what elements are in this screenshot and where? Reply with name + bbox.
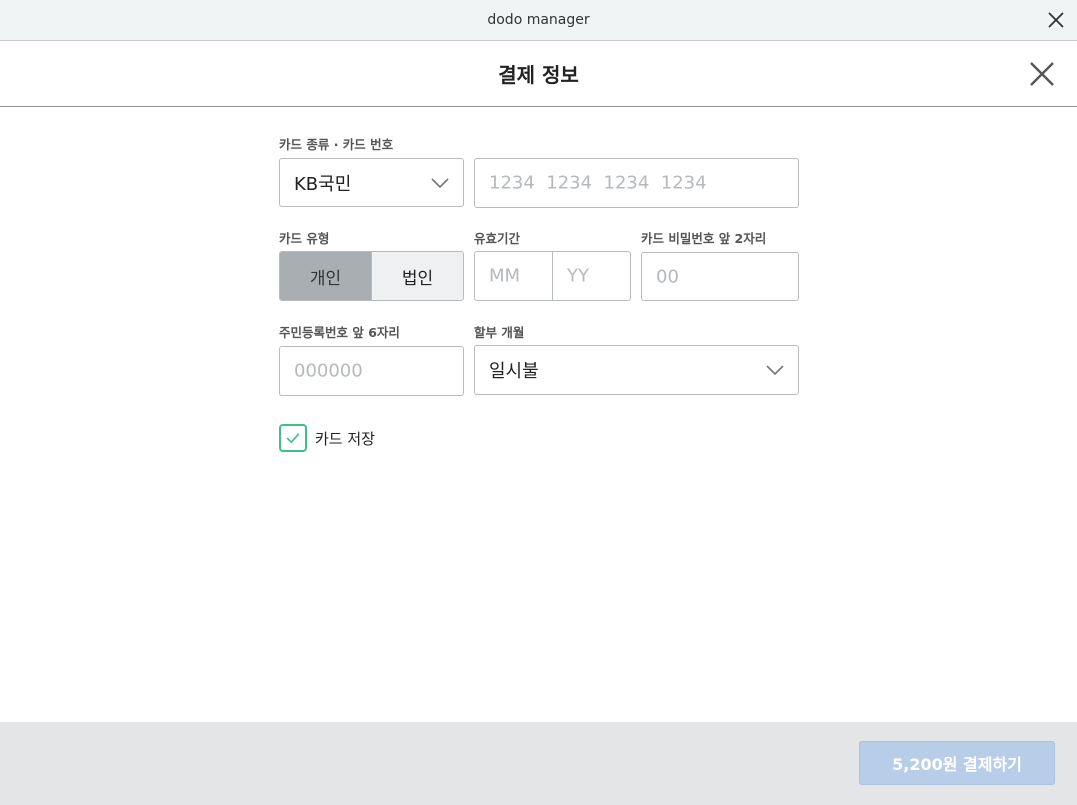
modal-title: 결제 정보 [498,63,579,87]
pay-button[interactable]: 5,200원 결제하기 [859,741,1055,785]
password-label: 카드 비밀번호 앞 2자리 [641,231,767,246]
card-type-toggle[interactable]: 개인 법인 [279,251,464,301]
card-password-placeholder: 00 [656,266,679,287]
card-type-label: 카드 유형 [279,231,330,246]
card-number-placeholder: 1234 1234 1234 1234 [489,172,707,194]
modal-header: 결제 정보 [0,41,1077,107]
window-titlebar: dodo manager [0,0,1077,41]
card-number-input[interactable]: 1234 1234 1234 1234 [474,158,799,208]
chevron-down-icon [766,365,784,375]
card-company-select[interactable]: KB국민 [279,158,464,207]
card-company-number-label: 카드 종류 · 카드 번호 [279,137,394,152]
card-company-value: KB국민 [294,173,352,195]
window-title: dodo manager [487,12,590,28]
installment-value: 일시불 [489,361,539,382]
card-password-input[interactable]: 00 [641,252,799,301]
card-type-personal-button[interactable]: 개인 [280,252,371,300]
expiry-fields: MM YY [474,251,631,301]
expiry-year-input[interactable]: YY [552,252,630,300]
save-card-checkbox[interactable] [279,424,307,452]
card-type-corporate-button[interactable]: 법인 [371,252,463,300]
expiry-month-input[interactable]: MM [475,252,552,300]
installment-select[interactable]: 일시불 [474,345,799,395]
resident-number-placeholder: 000000 [294,360,363,382]
check-icon [286,433,300,444]
resident-number-input[interactable]: 000000 [279,346,464,396]
expiry-month-placeholder: MM [489,265,521,287]
expiry-label: 유효기간 [474,231,521,246]
expiry-year-placeholder: YY [567,265,589,287]
modal-close-icon[interactable] [1029,61,1055,87]
window-close-icon[interactable] [1045,9,1067,31]
resident-number-label: 주민등록번호 앞 6자리 [279,325,400,340]
save-card-label: 카드 저장 [315,430,375,448]
installment-label: 할부 개월 [474,325,525,340]
chevron-down-icon [431,177,449,188]
